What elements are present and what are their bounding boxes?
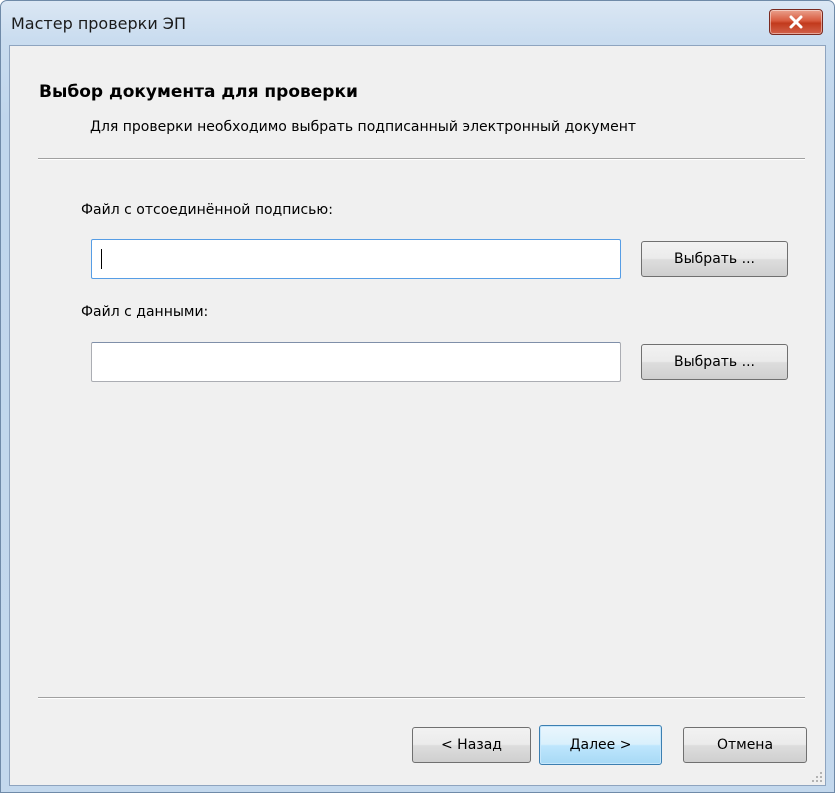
close-button[interactable] (769, 9, 823, 35)
back-button-label: < Назад (441, 737, 502, 753)
text-caret (101, 249, 102, 269)
page-title: Выбор документа для проверки (39, 82, 358, 102)
window-title: Мастер проверки ЭП (11, 14, 186, 33)
signature-browse-button[interactable]: Выбрать ... (641, 241, 788, 277)
signature-file-input[interactable] (91, 239, 621, 279)
wizard-client-area: Выбор документа для проверки Для проверк… (9, 45, 826, 786)
next-button[interactable]: Далее > (539, 725, 662, 765)
back-button[interactable]: < Назад (412, 727, 531, 763)
resize-grip-icon[interactable] (809, 769, 823, 783)
data-file-label: Файл с данными: (81, 304, 209, 320)
data-file-input[interactable] (91, 342, 621, 382)
signature-file-label: Файл с отсоединённой подписью: (81, 202, 333, 218)
close-icon (789, 15, 803, 29)
data-browse-button[interactable]: Выбрать ... (641, 344, 788, 380)
header-divider (38, 158, 805, 160)
page-subtitle: Для проверки необходимо выбрать подписан… (90, 119, 637, 135)
next-button-label: Далее > (569, 737, 632, 753)
footer-divider (38, 697, 805, 699)
cancel-button[interactable]: Отмена (683, 727, 807, 763)
title-bar[interactable]: Мастер проверки ЭП (1, 1, 834, 45)
cancel-button-label: Отмена (716, 737, 774, 753)
wizard-window: Мастер проверки ЭП Выбор документа для п… (0, 0, 835, 793)
